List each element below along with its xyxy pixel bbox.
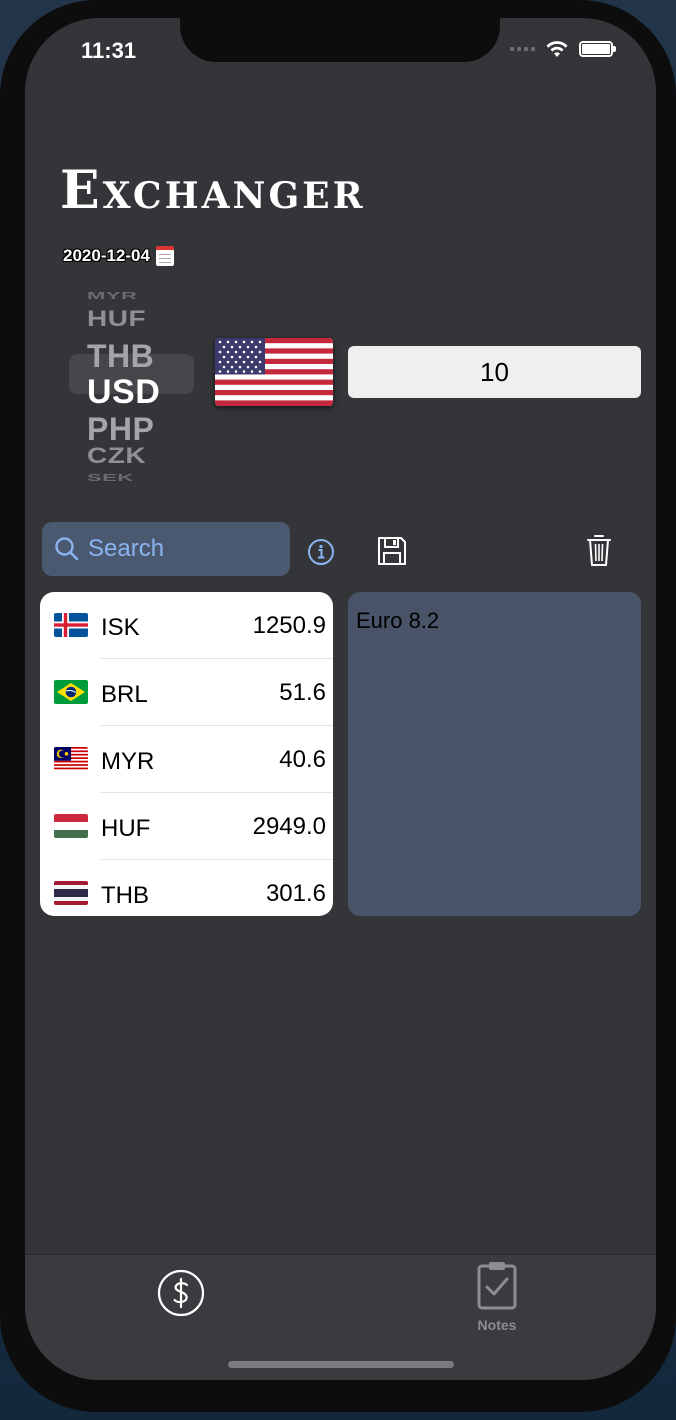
trash-icon[interactable] xyxy=(586,533,612,567)
rate-code: HUF xyxy=(101,815,151,842)
status-time: 11:31 xyxy=(81,38,137,63)
rates-date: 2020-12-04 xyxy=(63,246,150,265)
rate-value: 51.6 xyxy=(279,679,326,706)
picker-item[interactable]: THB xyxy=(87,338,154,375)
rates-list[interactable]: ISK 1250.9 BRL 51.6 MYR 40.6 HUF 2949.0 … xyxy=(40,592,333,916)
search-input[interactable] xyxy=(88,535,268,563)
rate-value: 40.6 xyxy=(279,746,326,773)
tab-exchanger[interactable] xyxy=(157,1269,205,1322)
save-icon[interactable] xyxy=(376,535,408,567)
phone-frame: 11:31 Exchanger 2020-12-04 MYR HUF THB U… xyxy=(0,0,676,1412)
home-indicator[interactable] xyxy=(228,1361,454,1368)
app-screen: 11:31 Exchanger 2020-12-04 MYR HUF THB U… xyxy=(25,18,656,1380)
tab-notes[interactable]: Notes xyxy=(465,1260,529,1333)
currency-picker[interactable]: MYR HUF THB USD PHP CZK SEK xyxy=(69,280,195,483)
malaysia-flag-icon xyxy=(54,747,88,771)
usa-flag-icon xyxy=(215,338,333,406)
rate-code: THB xyxy=(101,882,149,909)
dollar-circle-icon xyxy=(157,1269,205,1317)
battery-icon xyxy=(579,41,616,57)
iceland-flag-icon xyxy=(54,613,88,637)
app-title: Exchanger xyxy=(60,160,366,221)
hungary-flag-icon xyxy=(54,814,88,838)
thailand-flag-icon xyxy=(54,881,88,905)
info-icon[interactable] xyxy=(307,538,335,566)
rate-row-isk[interactable]: ISK 1250.9 xyxy=(40,592,333,659)
status-indicators xyxy=(510,38,616,60)
rate-row-myr[interactable]: MYR 40.6 xyxy=(40,726,333,793)
picker-item-selected[interactable]: USD xyxy=(87,373,160,412)
notes-text: Euro 8.2 xyxy=(356,608,440,633)
rate-row-brl[interactable]: BRL 51.6 xyxy=(40,659,333,726)
amount-input[interactable] xyxy=(348,346,641,398)
picker-item[interactable]: SEK xyxy=(87,472,134,484)
date-row[interactable]: 2020-12-04 xyxy=(63,246,174,266)
calendar-icon[interactable] xyxy=(155,246,174,266)
rate-value: 1250.9 xyxy=(252,612,326,639)
rate-value: 301.6 xyxy=(265,880,326,907)
rate-row-thb[interactable]: THB 301.6 xyxy=(40,860,333,916)
rate-code: MYR xyxy=(101,748,155,775)
clipboard-check-icon xyxy=(477,1262,517,1310)
search-field[interactable] xyxy=(42,522,290,576)
cellular-signal-icon xyxy=(510,47,535,51)
picker-item[interactable]: HUF xyxy=(87,306,146,332)
rate-row-huf[interactable]: HUF 2949.0 xyxy=(40,793,333,860)
device-notch xyxy=(180,18,500,62)
wifi-icon xyxy=(546,41,568,57)
notes-textarea[interactable]: Euro 8.2 xyxy=(348,592,641,916)
rate-code: ISK xyxy=(101,614,140,641)
brazil-flag-icon xyxy=(54,680,88,704)
rate-value: 2949.0 xyxy=(252,813,326,840)
picker-item[interactable]: MYR xyxy=(87,290,137,302)
tab-notes-label: Notes xyxy=(477,1317,517,1333)
picker-item[interactable]: CZK xyxy=(87,443,146,469)
rate-code: BRL xyxy=(101,681,148,708)
search-icon xyxy=(55,537,79,561)
